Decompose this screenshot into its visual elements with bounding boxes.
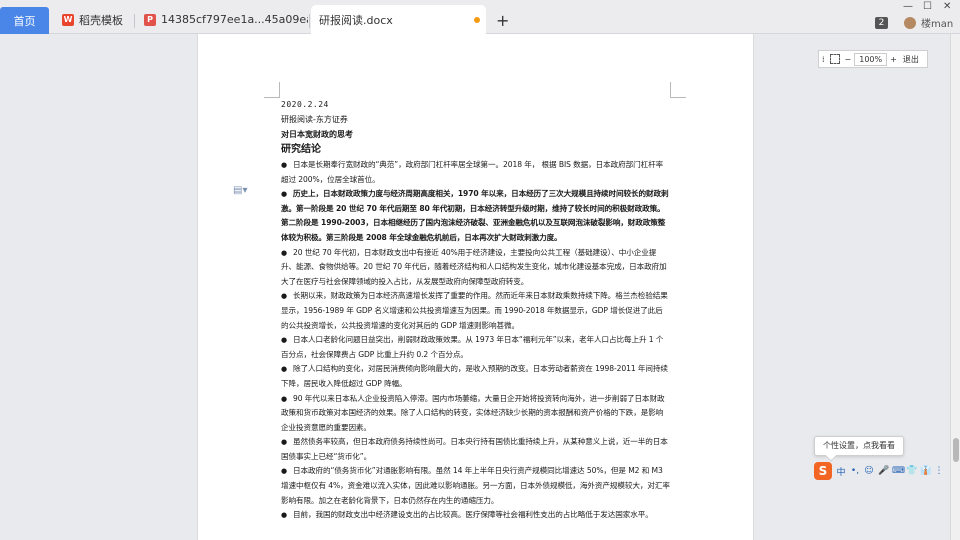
tab-docx-active[interactable]: W 研报阅读.docx [311,5,486,34]
tab-pdf[interactable]: P 14385cf797ee1a...45a09ea9_8.pdf [136,5,308,34]
punctuation-icon[interactable]: •, [850,466,860,476]
fit-page-icon[interactable] [829,54,840,64]
tab-label: 稻壳模板 [79,13,123,27]
list-item: ● 日本政府的“债务货币化”对通胀影响有限。虽然 14 年上半年日央行资产规模同比… [281,464,670,508]
user-account[interactable]: 楼man [904,15,953,30]
paragraph-text: 20 世纪 70 年代初，日本财政支出中有接近 40%用于经济建设，主要投向公共… [281,247,667,286]
paragraph-text: 日本人口老龄化问题日益突出，削弱财政政策效果。从 1973 年日本“福利元年”以… [281,335,664,359]
margin-corner-top-right [670,82,686,98]
ime-chinese-mode[interactable]: 中 [836,465,846,478]
keyboard-icon[interactable]: ⌨ [892,466,905,476]
zoom-level[interactable]: 100% [854,52,888,66]
scrollbar-thumb[interactable] [953,438,959,462]
exit-reading-button[interactable]: 退出 [900,54,922,65]
vertical-scrollbar[interactable] [950,34,960,540]
paragraph-text: 90 年代以来日本私人企业投资陷入停滞。国内市场萎缩，大量日企开始将投资转向海外… [281,393,665,432]
new-tab-button[interactable]: + [496,13,509,29]
list-item: ● 日本人口老龄化问题日益突出，削弱财政政策效果。从 1973 年日本“福利元年”… [281,333,670,362]
emoji-icon[interactable]: ☺ [864,466,874,476]
tab-bar: 首页 W 稻壳模板 P 14385cf797ee1a...45a09ea9_8.… [0,0,960,34]
toolbox-icon[interactable]: 👔 [920,466,931,476]
bullet-icon: ● [281,394,288,403]
drag-handle-icon[interactable]: ⁞ [819,55,828,64]
microphone-icon[interactable]: 🎤 [878,466,889,476]
paragraph-text: 虽然债务率较高，但日本政府债务持续性尚可。日本央行持有国债比重持续上升，从某种意… [281,437,668,461]
bullet-icon: ● [281,511,288,520]
paragraph-text: 日本是长期奉行宽财政的“典范”，政府部门杠杆率居全球第一。2018 年， 根据 … [281,160,664,184]
ime-tooltip: 个性设置，点我看看 [814,436,904,456]
unsaved-dot-icon[interactable] [474,16,480,23]
zoom-control: ⁞ − 100% + 退出 [818,50,928,68]
bullet-icon: ● [281,248,288,257]
list-item: ● 除了人口结构的变化，对居民消费倾向影响最大的，是收入预期的改变。日本劳动者薪资… [281,362,670,391]
bullet-icon: ● [281,190,288,199]
bullet-icon: ● [281,467,288,476]
wps-icon: W [62,13,74,26]
list-item: ● 90 年代以来日本私人企业投资陷入停滞。国内市场萎缩，大量日企开始将投资转向海… [281,392,670,436]
skin-icon[interactable]: 👕 [906,466,917,476]
close-button[interactable]: ✕ [943,1,951,12]
bullet-icon: ● [281,292,288,301]
paragraph-text: 历史上，日本财政政策力度与经济周期高度相关，1970 年以来，日本经历了三次大规… [281,189,669,242]
paragraph-handle-icon[interactable]: ▤▾ [233,185,247,196]
paragraph-text: 日本政府的“债务货币化”对通胀影响有限。虽然 14 年上半年日央行资产规模同比增… [281,466,670,505]
list-item: ● 20 世纪 70 年代初，日本财政支出中有接近 40%用于经济建设，主要投向公… [281,246,670,290]
list-item: ● 虽然债务率较高，但日本政府债务持续性尚可。日本央行持有国债比重持续上升，从某种… [281,435,670,464]
window-count-badge[interactable]: 2 [875,17,888,29]
tab-docer[interactable]: W 稻壳模板 [54,5,134,34]
list-item: ● 日本是长期奉行宽财政的“典范”，政府部门杠杆率居全球第一。2018 年， 根据… [281,158,670,187]
more-icon[interactable]: ⋮ [934,466,944,476]
maximize-button[interactable]: ☐ [923,1,932,12]
tab-separator [134,14,135,28]
user-name: 楼man [921,19,954,30]
ime-toolbar: S 中 •, ☺ 🎤 ⌨ 👕 👔 ⋮ [814,461,950,481]
tab-home[interactable]: 首页 [0,7,49,34]
zoom-out-button[interactable]: − [842,55,855,64]
bullet-icon: ● [281,336,288,345]
paragraph-text: 目前，我国的财政支出中经济建设支出的占比较高。医疗保障等社会福利性支出的占比略低… [293,510,653,520]
doc-section-heading: 研究结论 [281,144,321,155]
list-item: ● 历史上，日本财政政策力度与经济周期高度相关，1970 年以来，日本经历了三次大… [281,187,670,245]
document-body[interactable]: 2020.2.24 研报阅读-东方证券 对日本宽财政的思考 研究结论 ● 日本是长… [281,97,670,523]
tab-separator [309,14,310,28]
doc-title: 对日本宽财政的思考 [281,130,353,139]
avatar [904,16,916,29]
list-item: ● 长期以来，财政政策为日本经济高速增长发挥了重要的作用。然而近年来日本财政乘数持… [281,289,670,333]
sogou-logo-icon[interactable]: S [814,462,832,480]
bullet-icon: ● [281,365,288,374]
doc-date: 2020.2.24 [281,100,329,109]
paragraph-text: 长期以来，财政政策为日本经济高速增长发挥了重要的作用。然而近年来日本财政乘数持续… [281,291,668,330]
list-item: ● 目前，我国的财政支出中经济建设支出的占比较高。医疗保障等社会福利性支出的占比略… [281,508,670,523]
pdf-icon: P [144,13,156,26]
margin-corner-top-left [264,82,280,98]
tab-label: 研报阅读.docx [319,13,393,27]
doc-source: 研报阅读-东方证券 [281,115,348,124]
bullet-icon: ● [281,438,288,447]
minimize-button[interactable]: — [903,1,913,12]
bullet-icon: ● [281,161,288,169]
zoom-in-button[interactable]: + [887,55,900,64]
tab-label: 14385cf797ee1a...45a09ea9_8.pdf [161,13,308,26]
paragraph-text: 除了人口结构的变化，对居民消费倾向影响最大的，是收入预期的改变。日本劳动者薪资在… [281,364,668,388]
